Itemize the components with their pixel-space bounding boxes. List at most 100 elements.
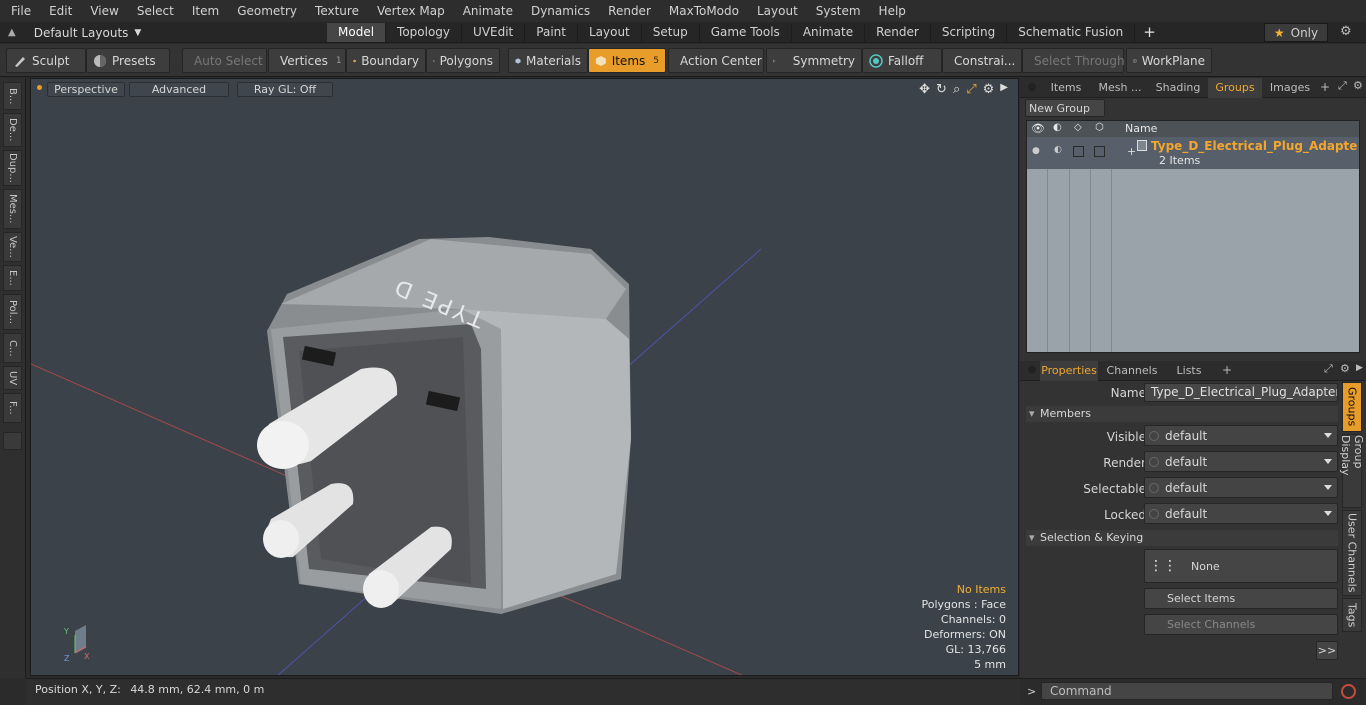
menu-edit[interactable]: Edit [38, 4, 79, 18]
auto-select-button[interactable]: Auto Select [182, 48, 267, 73]
props-tab-channels[interactable]: Channels [1102, 361, 1162, 381]
sculpt-button[interactable]: Sculpt [6, 48, 86, 73]
new-group-button[interactable]: New Group [1025, 99, 1105, 117]
symmetry-button[interactable]: Symmetry [766, 48, 862, 73]
tab-topology[interactable]: Topology [386, 23, 463, 42]
scene-tab-items[interactable]: Items [1040, 78, 1092, 98]
tab-game-tools[interactable]: Game Tools [700, 23, 792, 42]
menu-dynamics[interactable]: Dynamics [520, 4, 597, 18]
move-view-icon[interactable]: ✥ [919, 82, 930, 97]
add-tab-button[interactable]: + [1135, 23, 1164, 42]
tool-tab-4[interactable]: Ve... [3, 232, 22, 262]
rotate-view-icon[interactable]: ↻ [936, 82, 947, 97]
tool-tab-toggle[interactable] [3, 432, 22, 450]
tool-tab-9[interactable]: F... [3, 393, 22, 423]
add-props-tab-icon[interactable]: + [1222, 363, 1232, 377]
side-tab-groups[interactable]: Groups [1342, 382, 1362, 432]
lock-icon[interactable]: ◇ [1074, 122, 1082, 133]
viewport-gear-icon[interactable]: ⚙ [983, 82, 995, 97]
3d-viewport[interactable]: TYPE D Y Z X Perspective Advanced Ray GL… [30, 78, 1019, 676]
none-keying-button[interactable]: ⋮⋮ None [1144, 549, 1338, 583]
tab-render[interactable]: Render [865, 23, 931, 42]
record-icon[interactable] [1341, 684, 1356, 699]
falloff-button[interactable]: Falloff [862, 48, 942, 73]
menu-system[interactable]: System [805, 4, 868, 18]
tab-animate[interactable]: Animate [792, 23, 866, 42]
menu-help[interactable]: Help [868, 4, 913, 18]
props-tab-properties[interactable]: Properties [1040, 361, 1098, 381]
scene-tab-images[interactable]: Images [1266, 78, 1314, 98]
render-dropdown[interactable]: default [1144, 451, 1338, 472]
props-arrow-icon[interactable]: ▶ [1356, 363, 1363, 373]
tab-model[interactable]: Model [327, 23, 387, 42]
tab-layout[interactable]: Layout [578, 23, 642, 42]
select-items-button[interactable]: Select Items [1144, 588, 1338, 609]
expand-icon[interactable]: ⤢ [1338, 79, 1347, 93]
constraints-button[interactable]: Constrai... [942, 48, 1022, 73]
tool-tab-2[interactable]: Dup... [3, 150, 22, 186]
vertices-button[interactable]: Vertices 1 [268, 48, 346, 73]
side-tab-tags[interactable]: Tags [1342, 598, 1362, 632]
only-button[interactable]: ★ Only [1264, 23, 1328, 42]
shading-mode-button[interactable]: Advanced [129, 82, 229, 97]
expand-arrow-icon[interactable]: ▶ [1000, 82, 1008, 97]
tab-uvedit[interactable]: UVEdit [462, 23, 526, 42]
zoom-view-icon[interactable]: ⌕ [953, 82, 960, 97]
tool-tab-3[interactable]: Mes... [3, 189, 22, 229]
scene-tab-groups[interactable]: Groups [1208, 78, 1262, 98]
props-gear-icon[interactable]: ⚙ [1340, 362, 1350, 375]
add-tab-icon[interactable]: + [1320, 80, 1330, 94]
items-button[interactable]: Items 5 [588, 48, 666, 73]
row-render-icon[interactable]: ◐ [1054, 145, 1062, 155]
select-icon[interactable]: ⬡ [1095, 122, 1104, 133]
menu-maxtomodo[interactable]: MaxToModo [658, 4, 746, 18]
menu-geometry[interactable]: Geometry [226, 4, 304, 18]
view-mode-button[interactable]: Perspective [47, 82, 125, 97]
menu-vertex-map[interactable]: Vertex Map [366, 4, 452, 18]
render-icon[interactable]: ◐ [1053, 122, 1062, 133]
scene-tab-shading[interactable]: Shading [1150, 78, 1206, 98]
row-eye-icon[interactable]: ● [1032, 146, 1040, 156]
row-lock-checkbox[interactable] [1073, 146, 1084, 157]
visible-dropdown[interactable]: default [1144, 425, 1338, 446]
menu-item[interactable]: Item [181, 4, 226, 18]
tool-tab-5[interactable]: E... [3, 265, 22, 291]
menu-view[interactable]: View [79, 4, 125, 18]
eye-icon[interactable]: 👁 [1031, 122, 1045, 135]
props-tab-lists[interactable]: Lists [1166, 361, 1212, 381]
panel-gear-icon[interactable]: ⚙ [1353, 79, 1363, 92]
tab-paint[interactable]: Paint [525, 23, 578, 42]
tool-tab-6[interactable]: Pol... [3, 294, 22, 330]
select-channels-button[interactable]: Select Channels [1144, 614, 1338, 635]
selection-keying-section[interactable]: Selection & Keying [1026, 530, 1338, 546]
row-select-checkbox[interactable] [1094, 146, 1105, 157]
tab-schematic-fusion[interactable]: Schematic Fusion [1007, 23, 1136, 42]
fit-view-icon[interactable]: ⤢ [966, 82, 976, 97]
tab-scripting[interactable]: Scripting [931, 23, 1008, 42]
raygl-button[interactable]: Ray GL: Off [237, 82, 333, 97]
action-center-button[interactable]: Action Center [668, 48, 764, 73]
menu-layout[interactable]: Layout [746, 4, 805, 18]
menu-render[interactable]: Render [597, 4, 658, 18]
tool-tab-1[interactable]: De... [3, 113, 22, 147]
more-button[interactable]: >> [1316, 641, 1338, 660]
tab-setup[interactable]: Setup [642, 23, 700, 42]
select-through-button[interactable]: Select Through [1022, 48, 1125, 73]
group-row[interactable]: ● ◐ + Type_D_Electrical_Plug_Adapte ... … [1027, 137, 1359, 169]
presets-button[interactable]: Presets [86, 48, 170, 73]
name-input[interactable]: Type_D_Electrical_Plug_Adapter_Black [1144, 383, 1338, 402]
command-input[interactable]: Command [1041, 682, 1333, 700]
menu-animate[interactable]: Animate [452, 4, 520, 18]
side-tab-group-display[interactable]: Group Display [1339, 434, 1365, 508]
layout-selector[interactable]: ▲ Default Layouts ▼ [8, 24, 141, 41]
groups-list[interactable]: 👁 ◐ ◇ ⬡ Name ● ◐ + Type_D_Electrical_Plu… [1026, 120, 1360, 353]
menu-file[interactable]: File [0, 4, 38, 18]
locked-dropdown[interactable]: default [1144, 503, 1338, 524]
materials-button[interactable]: Materials [508, 48, 588, 73]
members-section[interactable]: Members [1026, 406, 1338, 422]
props-expand-icon[interactable]: ⤢ [1324, 362, 1333, 376]
menu-select[interactable]: Select [126, 4, 181, 18]
tool-tab-8[interactable]: UV [3, 366, 22, 390]
scene-tab-mesh[interactable]: Mesh ... [1094, 78, 1146, 98]
boundary-button[interactable]: Boundary [346, 48, 426, 73]
